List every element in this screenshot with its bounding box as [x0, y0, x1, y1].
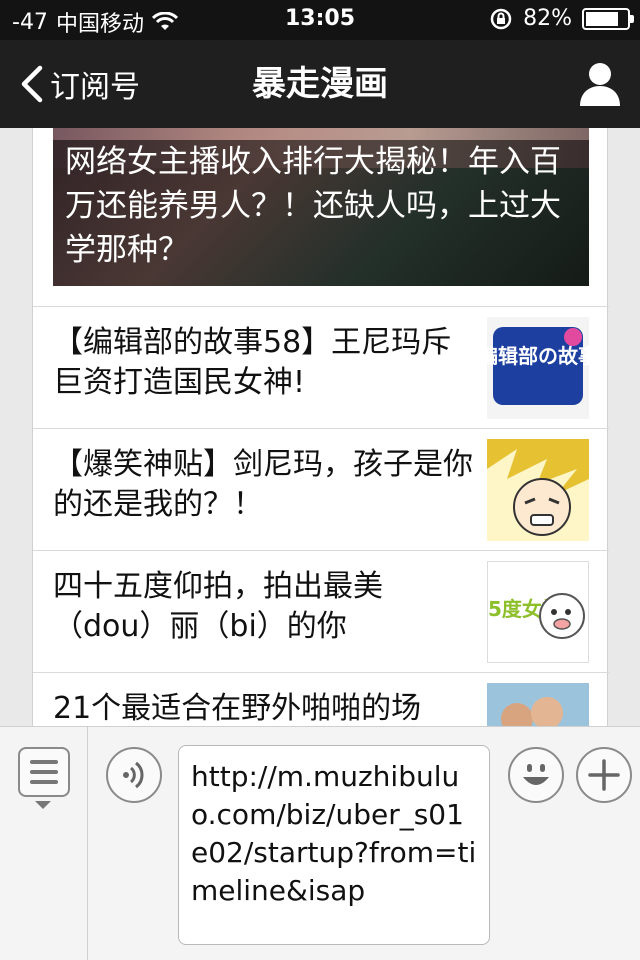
thumbnail-art: 编辑部の故事: [487, 317, 589, 419]
article-title: 21个最适合在野外啪啪的场: [53, 691, 422, 726]
status-right: 82%: [489, 6, 634, 31]
voice-icon[interactable]: [106, 747, 162, 803]
emoji-icon[interactable]: [508, 747, 564, 803]
article-thumbnail: [487, 683, 589, 726]
article-thumbnail: [487, 439, 589, 541]
thumbnail-art: [487, 439, 589, 541]
back-label: 订阅号: [50, 70, 140, 105]
nav-bar: 订阅号 暴走漫画: [0, 40, 640, 128]
thumbnail-art: 45度女神: [488, 562, 588, 662]
plus-icon[interactable]: [576, 747, 632, 803]
input-toolbar: http://m.muzhibuluo.com/biz/uber_s01e02/…: [0, 726, 640, 960]
menu-switch-area: [0, 727, 88, 960]
voice-glyph: [123, 761, 144, 789]
hero-caption: 网络女主播收入排行大揭秘！年入百万还能养男人？！还缺人吗，上过大学那种？: [53, 140, 589, 286]
battery-percent: 82%: [523, 6, 572, 31]
chevron-left-icon: [21, 65, 43, 103]
article-title: 【编辑部的故事58】王尼玛斥巨资打造国民女神!: [53, 325, 452, 400]
article-title: 四十五度仰拍，拍出最美（dou）丽（bi）的你: [53, 569, 383, 644]
battery-fill: [586, 11, 619, 26]
article-list[interactable]: 网络女主播收入排行大揭秘！年入百万还能养男人？！还缺人吗，上过大学那种？ 【编辑…: [0, 128, 640, 726]
thumbnail-text: 编辑部の故事: [487, 344, 589, 368]
list-item[interactable]: 21个最适合在野外啪啪的场: [33, 672, 609, 726]
message-input[interactable]: http://m.muzhibuluo.com/biz/uber_s01e02/…: [178, 745, 490, 945]
person-icon[interactable]: [578, 60, 622, 108]
article-title: 【爆笑神贴】剑尼玛，孩子是你的还是我的？！: [53, 447, 473, 522]
caret-down-icon: [35, 801, 51, 809]
menu-list-icon[interactable]: [18, 747, 70, 797]
battery-icon: [582, 7, 634, 30]
hero-article[interactable]: 网络女主播收入排行大揭秘！年入百万还能养男人？！还缺人吗，上过大学那种？: [53, 128, 589, 286]
plus-glyph: [588, 759, 620, 791]
back-button[interactable]: 订阅号: [18, 40, 140, 128]
list-item[interactable]: 【爆笑神贴】剑尼玛，孩子是你的还是我的？！: [33, 428, 609, 550]
list-item[interactable]: 【编辑部的故事58】王尼玛斥巨资打造国民女神! 编辑部の故事: [33, 306, 609, 428]
article-thumbnail: 45度女神: [487, 561, 589, 663]
emoji-glyph: [523, 764, 549, 785]
status-bar: -47 中国移动 13:05 82%: [0, 0, 640, 40]
thumbnail-art: [487, 683, 589, 726]
list-item[interactable]: 四十五度仰拍，拍出最美（dou）丽（bi）的你 45度女神: [33, 550, 609, 672]
article-thumbnail: 编辑部の故事: [487, 317, 589, 419]
rotation-lock-icon: [490, 8, 512, 29]
article-card: 网络女主播收入排行大揭秘！年入百万还能养男人？！还缺人吗，上过大学那种？ 【编辑…: [32, 128, 609, 726]
